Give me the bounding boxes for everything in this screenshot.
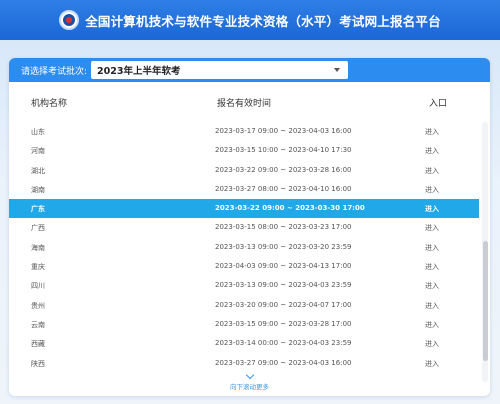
exam-batch-value: 2023年上半年软考 [97, 66, 181, 77]
top-banner: 全国计算机技术与软件专业技术资格（水平）考试网上报名平台 [0, 0, 500, 40]
registration-period: 2023-03-22 09:00 ~ 2023-03-28 16:00 [215, 165, 352, 174]
org-name: 广西 [31, 224, 45, 233]
org-name: 广东 [31, 205, 45, 214]
table-row[interactable]: 广东 2023-03-22 09:00 ~ 2023-03-30 17:00 进入 [9, 199, 479, 219]
enter-link[interactable]: 进入 [425, 320, 439, 330]
registration-period: 2023-03-13 09:00 ~ 2023-03-20 23:59 [215, 242, 352, 251]
chevron-down-icon[interactable] [245, 370, 254, 380]
org-name: 贵州 [31, 301, 45, 310]
site-title: 全国计算机技术与软件专业技术资格（水平）考试网上报名平台 [85, 13, 441, 29]
table-row[interactable]: 云南 2023-03-15 09:00 ~ 2023-03-28 17:00 进入 [9, 315, 479, 334]
registration-period: 2023-03-20 09:00 ~ 2023-04-07 17:00 [215, 300, 352, 309]
enter-link[interactable]: 进入 [425, 262, 439, 272]
table-body: 山东 2023-03-17 09:00 ~ 2023-04-03 16:00 进入河… [9, 122, 490, 373]
enter-link[interactable]: 进入 [425, 146, 439, 156]
table-row[interactable]: 海南 2023-03-13 09:00 ~ 2023-03-20 23:59 进入 [9, 238, 479, 257]
registration-period: 2023-03-14 00:00 ~ 2023-04-03 23:59 [215, 339, 352, 348]
column-header-org: 机构名称 [31, 99, 68, 109]
org-name: 西藏 [31, 340, 45, 349]
enter-link[interactable]: 进入 [425, 127, 439, 137]
enter-link[interactable]: 进入 [425, 243, 439, 253]
registration-period: 2023-03-17 09:00 ~ 2023-04-03 16:00 [215, 127, 352, 135]
registration-card: 请选择考试批次: 2023年上半年软考 机构名称 报名有效时间 入口 山东 202… [9, 58, 490, 396]
registration-period: 2023-03-15 08:00 ~ 2023-03-23 17:00 [215, 223, 352, 232]
scrollbar-thumb[interactable] [483, 241, 488, 361]
exam-batch-bar: 请选择考试批次: 2023年上半年软考 [9, 58, 490, 82]
enter-link[interactable]: 进入 [425, 339, 439, 349]
registration-period: 2023-03-27 09:00 ~ 2023-04-03 16:00 [215, 358, 352, 367]
table-row[interactable]: 陕西 2023-03-27 09:00 ~ 2023-04-03 16:00 进入 [9, 354, 479, 373]
registration-period: 2023-03-15 09:00 ~ 2023-03-28 17:00 [215, 319, 352, 328]
site-logo [59, 10, 80, 30]
registration-period: 2023-03-27 08:00 ~ 2023-04-10 16:00 [215, 184, 352, 193]
org-name: 湖北 [31, 166, 45, 175]
chevron-down-icon[interactable] [334, 68, 341, 72]
enter-link[interactable]: 进入 [425, 185, 439, 195]
org-name: 四川 [31, 282, 45, 291]
exam-batch-select[interactable]: 2023年上半年软考 [91, 61, 349, 79]
registration-period: 2023-03-22 09:00 ~ 2023-03-30 17:00 [215, 204, 365, 213]
column-header-entry: 入口 [429, 99, 448, 109]
enter-link[interactable]: 进入 [425, 204, 439, 214]
org-name: 重庆 [31, 263, 45, 272]
table-row[interactable]: 山东 2023-03-17 09:00 ~ 2023-04-03 16:00 进入 [9, 122, 479, 141]
enter-link[interactable]: 进入 [425, 301, 439, 311]
table-row[interactable]: 广西 2023-03-15 08:00 ~ 2023-03-23 17:00 进入 [9, 218, 479, 237]
exam-batch-label: 请选择考试批次: [21, 66, 88, 77]
org-name: 河南 [31, 147, 45, 156]
table-row[interactable]: 湖北 2023-03-22 09:00 ~ 2023-03-28 16:00 进入 [9, 161, 479, 180]
registration-period: 2023-03-15 10:00 ~ 2023-04-10 17:30 [215, 146, 352, 155]
enter-link[interactable]: 进入 [425, 281, 439, 291]
table-row[interactable]: 重庆 2023-04-03 09:00 ~ 2023-04-13 17:00 进入 [9, 257, 479, 276]
enter-link[interactable]: 进入 [425, 166, 439, 176]
enter-link[interactable]: 进入 [425, 223, 439, 233]
table-row[interactable]: 贵州 2023-03-20 09:00 ~ 2023-04-07 17:00 进入 [9, 296, 479, 315]
org-name: 陕西 [31, 359, 45, 368]
org-name: 海南 [31, 243, 45, 252]
column-header-time: 报名有效时间 [217, 99, 272, 109]
registration-period: 2023-03-13 09:00 ~ 2023-04-03 23:59 [215, 281, 352, 290]
org-name: 云南 [31, 320, 45, 329]
table-row[interactable]: 四川 2023-03-13 09:00 ~ 2023-04-03 23:59 进入 [9, 276, 479, 295]
table-row[interactable]: 河南 2023-03-15 10:00 ~ 2023-04-10 17:30 进入 [9, 141, 479, 160]
table-header: 机构名称 报名有效时间 入口 [9, 92, 490, 114]
org-name: 山东 [31, 128, 45, 136]
table-row[interactable]: 西藏 2023-03-14 00:00 ~ 2023-04-03 23:59 进入 [9, 334, 479, 353]
org-name: 湖南 [31, 185, 45, 194]
enter-link[interactable]: 进入 [425, 359, 439, 369]
scroll-more-label: 向下滚动更多 [230, 383, 269, 391]
table-row[interactable]: 湖南 2023-03-27 08:00 ~ 2023-04-10 16:00 进入 [9, 180, 479, 199]
registration-period: 2023-04-03 09:00 ~ 2023-04-13 17:00 [215, 262, 352, 271]
scroll-more-hint[interactable]: 向下滚动更多 [9, 370, 490, 391]
